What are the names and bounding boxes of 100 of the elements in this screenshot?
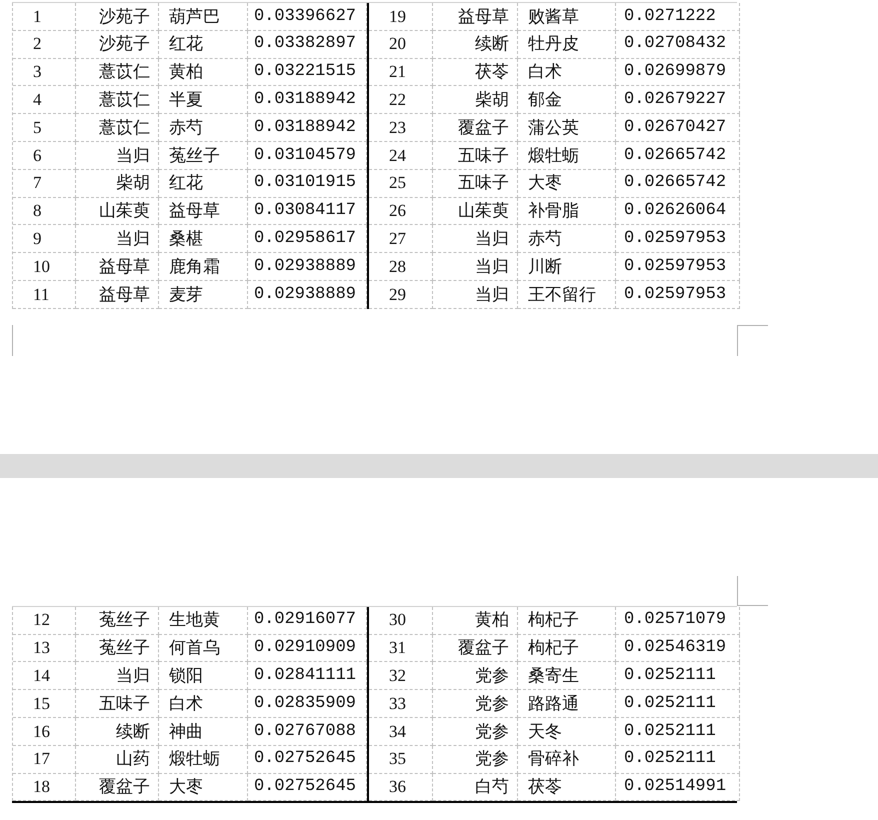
table-cell: 大枣 xyxy=(159,774,248,802)
table-cell: 27 xyxy=(369,225,433,254)
table-cell: 0.03101915 xyxy=(248,170,367,198)
table-cell: 生地黄 xyxy=(159,606,248,635)
table-cell: 0.02752645 xyxy=(248,746,367,774)
table-cell: 薏苡仁 xyxy=(76,114,159,142)
table-cell: 0.0252111 xyxy=(616,690,740,718)
table-cell: 0.02514991 xyxy=(616,774,740,802)
table-cell: 0.02841111 xyxy=(248,662,367,690)
table-cell: 30 xyxy=(369,606,433,635)
table-cell: 15 xyxy=(13,690,76,718)
table-cell: 黄柏 xyxy=(433,606,518,635)
table-cell: 21 xyxy=(369,58,433,86)
table-cell: 0.02938889 xyxy=(248,280,367,309)
table-cell: 五味子 xyxy=(433,170,518,198)
table-cell: 当归 xyxy=(433,253,518,281)
table-cell: 当归 xyxy=(433,280,518,309)
table-cell: 13 xyxy=(13,634,76,662)
table-cell: 0.02597953 xyxy=(616,280,740,309)
table-cell: 0.03188942 xyxy=(248,86,367,114)
table-cell: 菟丝子 xyxy=(76,634,159,662)
table-cell: 覆盆子 xyxy=(76,774,159,802)
table-cell: 0.03221515 xyxy=(248,58,367,86)
table-cell: 0.02626064 xyxy=(616,198,740,226)
table-cell: 当归 xyxy=(76,142,159,170)
table-cell: 川断 xyxy=(518,253,616,281)
table-cell: 8 xyxy=(13,198,76,226)
table-cell: 白术 xyxy=(159,690,248,718)
table-cell: 0.02665742 xyxy=(616,170,740,198)
table-cell: 0.02699879 xyxy=(616,58,740,86)
table-cell: 11 xyxy=(13,280,76,309)
table-cell: 败酱草 xyxy=(518,3,616,31)
table-cell: 0.02752645 xyxy=(248,774,367,802)
table-cell: 桑椹 xyxy=(159,225,248,254)
table-cell: 7 xyxy=(13,170,76,198)
table-cell: 麦芽 xyxy=(159,280,248,309)
table-cell: 何首乌 xyxy=(159,634,248,662)
table-cell: 4 xyxy=(13,86,76,114)
table-cell: 柴胡 xyxy=(433,86,518,114)
table-cell: 34 xyxy=(369,718,433,746)
table-cell: 煅牡蛎 xyxy=(159,746,248,774)
table-cell: 白芍 xyxy=(433,774,518,802)
table-cell: 茯苓 xyxy=(433,58,518,86)
table-cell: 22 xyxy=(369,86,433,114)
table-cell: 柴胡 xyxy=(76,170,159,198)
table-cell: 鹿角霜 xyxy=(159,253,248,281)
table-cell: 五味子 xyxy=(433,142,518,170)
table-cell: 32 xyxy=(369,662,433,690)
table-cell: 25 xyxy=(369,170,433,198)
table-cell: 五味子 xyxy=(76,690,159,718)
table-cell: 0.02665742 xyxy=(616,142,740,170)
table-cell: 益母草 xyxy=(76,280,159,309)
table-cell: 半夏 xyxy=(159,86,248,114)
table-cell: 薏苡仁 xyxy=(76,58,159,86)
table-cell: 3 xyxy=(13,58,76,86)
table-cell: 山药 xyxy=(76,746,159,774)
table-cell: 路路通 xyxy=(518,690,616,718)
table-cell: 9 xyxy=(13,225,76,254)
corner-mark xyxy=(12,324,13,356)
table-cell: 菟丝子 xyxy=(76,606,159,635)
table-cell: 0.02910909 xyxy=(248,634,367,662)
table-cell: 29 xyxy=(369,280,433,309)
table-cell: 0.03104579 xyxy=(248,142,367,170)
table-cell: 24 xyxy=(369,142,433,170)
table-cell: 2 xyxy=(13,30,76,59)
table-cell: 10 xyxy=(13,253,76,281)
table-cell: 23 xyxy=(369,114,433,142)
table-cell: 煅牡蛎 xyxy=(518,142,616,170)
table-cell: 红花 xyxy=(159,170,248,198)
table-cell: 0.0252111 xyxy=(616,662,740,690)
table-cell: 党参 xyxy=(433,718,518,746)
table-cell: 覆盆子 xyxy=(433,634,518,662)
table-cell: 0.03396627 xyxy=(248,3,367,31)
table-cell: 枸杞子 xyxy=(518,634,616,662)
table-cell: 续断 xyxy=(76,718,159,746)
table-cell: 0.03188942 xyxy=(248,114,367,142)
table-cell: 蒲公英 xyxy=(518,114,616,142)
table-cell: 桑寄生 xyxy=(518,662,616,690)
table-cell: 31 xyxy=(369,634,433,662)
table-cell: 17 xyxy=(13,746,76,774)
table-cell: 当归 xyxy=(76,662,159,690)
table-cell: 0.02597953 xyxy=(616,225,740,254)
corner-mark xyxy=(737,324,768,356)
table-cell: 郁金 xyxy=(518,86,616,114)
table-cell: 续断 xyxy=(433,30,518,59)
table-cell: 牡丹皮 xyxy=(518,30,616,59)
table-cell: 18 xyxy=(13,774,76,802)
table-cell: 枸杞子 xyxy=(518,606,616,635)
table-cell: 赤芍 xyxy=(518,225,616,254)
table-cell: 党参 xyxy=(433,662,518,690)
table-cell: 0.0271222 xyxy=(616,3,740,31)
table-cell: 天冬 xyxy=(518,718,616,746)
table-cell: 1 xyxy=(13,3,76,31)
table-cell: 0.02679227 xyxy=(616,86,740,114)
table-cell: 0.02958617 xyxy=(248,225,367,254)
table-cell: 0.02546319 xyxy=(616,634,740,662)
table-cell: 0.02670427 xyxy=(616,114,740,142)
table-cell: 0.02916077 xyxy=(248,606,367,635)
table-cell: 益母草 xyxy=(76,253,159,281)
table-cell: 黄柏 xyxy=(159,58,248,86)
